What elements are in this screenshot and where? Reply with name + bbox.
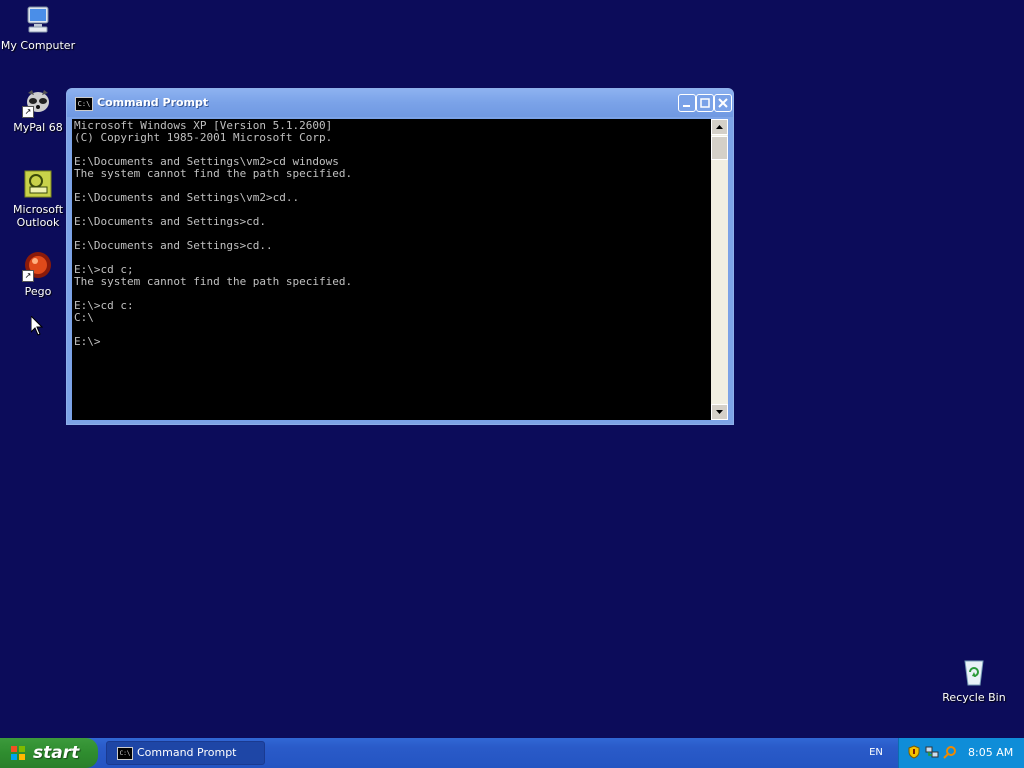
window-title: Command Prompt bbox=[97, 96, 209, 109]
desktop-icon-outlook[interactable]: Microsoft Outlook bbox=[0, 168, 76, 229]
maximize-icon bbox=[700, 98, 710, 108]
console-line: E:\Documents and Settings\vm2>cd.. bbox=[74, 191, 300, 204]
command-prompt-icon: C:\ bbox=[75, 97, 93, 111]
vertical-scrollbar[interactable] bbox=[711, 119, 728, 420]
desktop-icon-label: My Computer bbox=[0, 39, 76, 52]
close-button[interactable] bbox=[714, 94, 732, 112]
start-button[interactable]: start bbox=[0, 738, 98, 768]
desktop-icon-recycle-bin[interactable]: Recycle Bin bbox=[936, 656, 1012, 704]
desktop-icon-my-computer[interactable]: My Computer bbox=[0, 4, 76, 52]
start-label: start bbox=[33, 743, 80, 763]
desktop-icon-label: Recycle Bin bbox=[942, 691, 1006, 704]
network-icon[interactable] bbox=[925, 745, 939, 759]
taskbar-item-label: Command Prompt bbox=[137, 746, 237, 759]
minimize-button[interactable] bbox=[678, 94, 696, 112]
taskbar: start C:\ Command Prompt EN 8:05 AM bbox=[0, 738, 1024, 768]
close-icon bbox=[718, 98, 728, 108]
console-line: E:\Documents and Settings>cd. bbox=[74, 215, 267, 228]
pego-icon: ↗ bbox=[22, 250, 54, 282]
console-area[interactable]: Microsoft Windows XP [Version 5.1.2600](… bbox=[71, 118, 729, 421]
windows-flag-icon bbox=[11, 746, 25, 760]
window-titlebar[interactable]: C:\ Command Prompt bbox=[67, 89, 733, 117]
scroll-down-button[interactable] bbox=[711, 404, 728, 420]
taskbar-item-command-prompt[interactable]: C:\ Command Prompt bbox=[106, 741, 265, 765]
console-line: C:\ bbox=[74, 311, 94, 324]
mypal-icon: ↗ bbox=[22, 86, 54, 118]
scroll-up-button[interactable] bbox=[711, 119, 728, 135]
console-line: E:\Documents and Settings>cd.. bbox=[74, 239, 273, 252]
recycle-bin-icon bbox=[958, 656, 990, 688]
maximize-button[interactable] bbox=[696, 94, 714, 112]
security-shield-icon[interactable] bbox=[907, 745, 921, 759]
mouse-cursor-icon bbox=[31, 316, 43, 336]
console-line: (C) Copyright 1985-2001 Microsoft Corp. bbox=[74, 131, 333, 144]
scroll-down-icon bbox=[716, 410, 723, 414]
desktop-icon-label: Pego bbox=[24, 285, 52, 298]
scroll-thumb[interactable] bbox=[711, 136, 728, 160]
console-output[interactable]: Microsoft Windows XP [Version 5.1.2600](… bbox=[74, 120, 709, 420]
desktop-icon-label: Microsoft Outlook bbox=[12, 203, 64, 229]
desktop-icon-label: MyPal 68 bbox=[13, 121, 63, 134]
desktop-icon-mypal[interactable]: ↗ MyPal 68 bbox=[0, 86, 76, 134]
my-computer-icon bbox=[22, 4, 54, 36]
console-line: The system cannot find the path specifie… bbox=[74, 167, 353, 180]
scroll-up-icon bbox=[716, 125, 723, 129]
minimize-icon bbox=[683, 105, 690, 107]
console-line: The system cannot find the path specifie… bbox=[74, 275, 353, 288]
language-indicator[interactable]: EN bbox=[868, 746, 884, 760]
shortcut-arrow-icon: ↗ bbox=[22, 270, 34, 282]
system-tray: 8:05 AM bbox=[898, 738, 1024, 768]
console-line: E:\> bbox=[74, 335, 101, 348]
clock[interactable]: 8:05 AM bbox=[968, 746, 1013, 759]
shortcut-arrow-icon: ↗ bbox=[22, 106, 34, 118]
desktop-icon-pego[interactable]: ↗ Pego bbox=[0, 250, 76, 298]
console-line: E:\>cd c: bbox=[74, 299, 134, 312]
outlook-icon bbox=[22, 168, 54, 200]
search-icon[interactable] bbox=[943, 745, 957, 759]
command-prompt-window[interactable]: C:\ Command Prompt Microsoft Windows XP … bbox=[66, 88, 734, 425]
command-prompt-icon: C:\ bbox=[117, 747, 133, 760]
